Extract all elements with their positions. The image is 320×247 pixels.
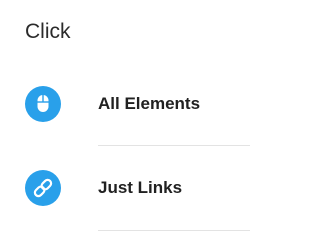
option-label: Just Links [98, 178, 183, 197]
link-icon [25, 170, 61, 206]
divider [98, 230, 250, 231]
option-label: All Elements [98, 94, 201, 113]
section-title: Click [25, 20, 71, 43]
option-all-elements[interactable]: All Elements [0, 74, 250, 134]
mouse-icon [25, 86, 61, 122]
option-just-links[interactable]: Just Links [0, 158, 250, 218]
divider [98, 145, 250, 146]
